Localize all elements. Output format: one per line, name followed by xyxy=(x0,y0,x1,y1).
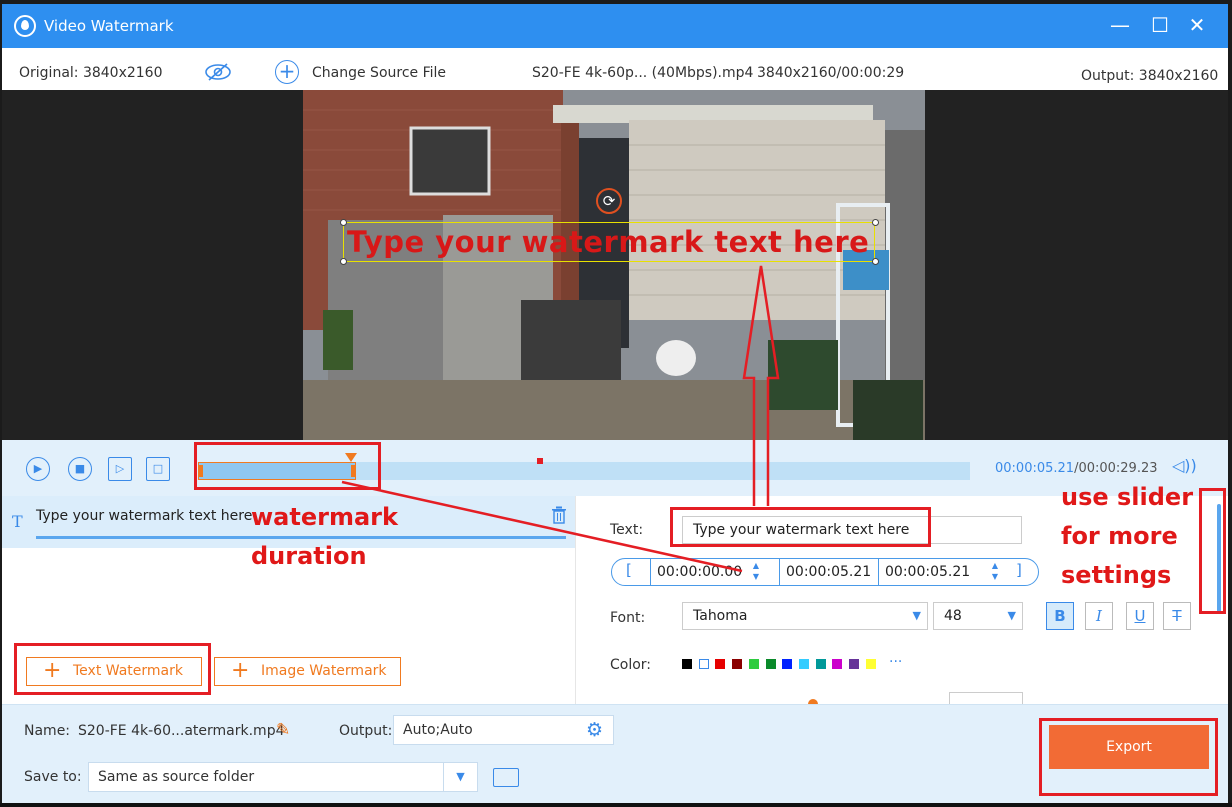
annotation-slider-text: use slider for more settings xyxy=(1061,483,1194,589)
annotation-arrows xyxy=(341,265,780,573)
video-watermark-window: Video Watermark — ☐ ✕ Original: 3840x216… xyxy=(2,4,1228,803)
annotation-duration-text: watermark duration xyxy=(251,503,398,570)
taskbar-strip xyxy=(0,803,1232,807)
